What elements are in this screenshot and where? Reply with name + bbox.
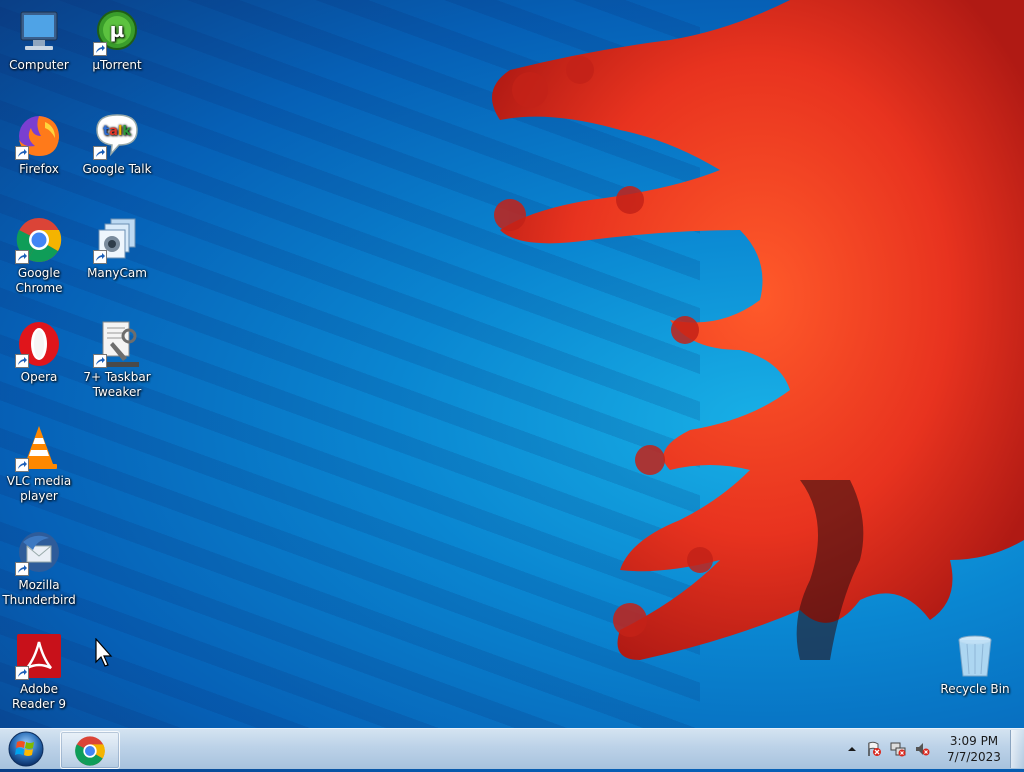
taskbar-clock[interactable]: 3:09 PM 7/7/2023 bbox=[940, 733, 1008, 765]
shortcut-arrow-icon bbox=[15, 250, 29, 264]
taskbar-tweaker-icon bbox=[93, 320, 141, 368]
opera-icon bbox=[15, 320, 63, 368]
chrome-icon bbox=[75, 736, 105, 766]
desktop-icon-label: 7+ Taskbar Tweaker bbox=[83, 370, 151, 399]
desktop-icon-label: Google Chrome bbox=[15, 266, 63, 295]
desktop-icon-computer[interactable]: Computer bbox=[0, 8, 78, 73]
desktop-icon-manycam[interactable]: ManyCam bbox=[78, 216, 156, 281]
desktop-icon-label: Google Talk bbox=[82, 162, 152, 176]
vlc-icon bbox=[15, 424, 63, 472]
show-desktop-button[interactable] bbox=[1010, 730, 1024, 768]
recycle-bin-icon bbox=[951, 632, 999, 680]
shortcut-arrow-icon bbox=[15, 562, 29, 576]
google-talk-icon: talk bbox=[93, 112, 141, 160]
action-center-flag-icon[interactable] bbox=[866, 741, 882, 757]
shortcut-arrow-icon bbox=[93, 146, 107, 160]
desktop-icon-firefox[interactable]: Firefox bbox=[0, 112, 78, 177]
windows-start-icon bbox=[8, 731, 44, 767]
utorrent-icon: µ bbox=[93, 8, 141, 56]
adobe-reader-icon bbox=[15, 632, 63, 680]
desktop-icon-label: ManyCam bbox=[87, 266, 147, 280]
taskbar-chrome-button[interactable] bbox=[60, 731, 120, 769]
desktop-icon-7-taskbar-tweaker[interactable]: 7+ Taskbar Tweaker bbox=[78, 320, 156, 400]
desktop-icon-recycle-bin[interactable]: Recycle Bin bbox=[936, 632, 1014, 697]
shortcut-arrow-icon bbox=[15, 458, 29, 472]
shortcut-arrow-icon bbox=[15, 354, 29, 368]
desktop-icon-label: Recycle Bin bbox=[940, 682, 1010, 696]
desktop-icon-label: Firefox bbox=[19, 162, 59, 176]
desktop-icon-label: Adobe Reader 9 bbox=[12, 682, 66, 711]
wallpaper-red-coral bbox=[492, 0, 1024, 660]
manycam-icon bbox=[93, 216, 141, 264]
chrome-icon bbox=[15, 216, 63, 264]
desktop-icon-thunderbird[interactable]: Mozilla Thunderbird bbox=[0, 528, 78, 608]
shortcut-arrow-icon bbox=[15, 146, 29, 160]
clock-date: 7/7/2023 bbox=[947, 750, 1001, 764]
desktop-icon-google-talk[interactable]: talk Google Talk bbox=[78, 112, 156, 177]
svg-text:talk: talk bbox=[103, 124, 131, 139]
desktop-icon-label: Opera bbox=[20, 370, 58, 384]
shortcut-arrow-icon bbox=[93, 354, 107, 368]
desktop-icon-label: VLC media player bbox=[6, 474, 72, 503]
shortcut-arrow-icon bbox=[93, 42, 107, 56]
taskbar: 3:09 PM 7/7/2023 bbox=[0, 728, 1024, 769]
desktop-icon-adobe-reader[interactable]: Adobe Reader 9 bbox=[0, 632, 78, 712]
volume-muted-icon[interactable] bbox=[914, 741, 930, 757]
mouse-pointer-icon bbox=[95, 638, 113, 667]
svg-text:µ: µ bbox=[110, 18, 125, 42]
firefox-icon bbox=[15, 112, 63, 160]
thunderbird-icon bbox=[15, 528, 63, 576]
desktop-icon-label: Mozilla Thunderbird bbox=[2, 578, 76, 607]
desktop-icon-utorrent[interactable]: µ µTorrent bbox=[78, 8, 156, 73]
desktop-icon-vlc[interactable]: VLC media player bbox=[0, 424, 78, 504]
clock-time: 3:09 PM bbox=[949, 734, 999, 748]
desktop-icon-google-chrome[interactable]: Google Chrome bbox=[0, 216, 78, 296]
shortcut-arrow-icon bbox=[93, 250, 107, 264]
desktop-icon-opera[interactable]: Opera bbox=[0, 320, 78, 385]
desktop-icon-label: Computer bbox=[9, 58, 69, 72]
computer-icon bbox=[15, 8, 63, 56]
shortcut-arrow-icon bbox=[15, 666, 29, 680]
show-hidden-icons-icon[interactable] bbox=[844, 741, 860, 757]
desktop-icon-label: µTorrent bbox=[92, 58, 142, 72]
start-button[interactable] bbox=[4, 730, 48, 768]
network-icon[interactable] bbox=[890, 741, 906, 757]
